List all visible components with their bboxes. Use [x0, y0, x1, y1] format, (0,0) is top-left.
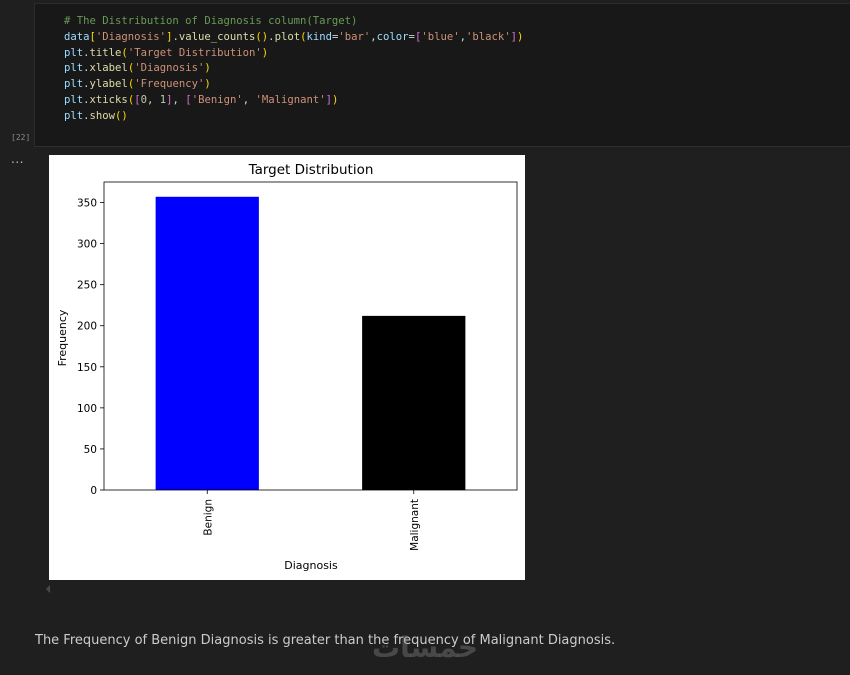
code-token: plt [64, 46, 84, 59]
code-token: ylabel [89, 78, 128, 91]
code-token: show [89, 109, 116, 122]
code-line: plt.xlabel('Diagnosis') [64, 61, 523, 77]
x-axis-label: Diagnosis [284, 559, 338, 572]
code-token: data [64, 30, 90, 43]
y-tick-label: 150 [77, 362, 97, 374]
markdown-cell-text: The Frequency of Benign Diagnosis is gre… [35, 633, 616, 648]
code-line: plt.show() [64, 109, 523, 125]
code-cell[interactable]: # The Distribution of Diagnosis column(T… [34, 3, 850, 147]
code-token: ) [261, 46, 269, 59]
x-tick-label: Benign [202, 499, 214, 536]
chart-axes: Benign Malignant 0 50 100 150 200 250 300 350 [77, 181, 518, 551]
code-token: () [115, 109, 128, 122]
code-token: 'Malignant' [255, 93, 326, 106]
code-token: plt [64, 93, 84, 106]
y-tick-label: 0 [90, 485, 97, 497]
code-token: , [242, 93, 256, 106]
y-tick-label: 250 [77, 280, 97, 292]
chart-title: Target Distribution [248, 162, 374, 178]
code-editor[interactable]: # The Distribution of Diagnosis column(T… [64, 14, 523, 125]
code-token: value_counts [178, 30, 256, 43]
y-tick-label: 300 [77, 239, 97, 251]
code-token: 'bar' [338, 30, 371, 43]
bar-malignant [362, 315, 466, 490]
y-tick-label: 50 [84, 444, 97, 456]
code-token: ) [204, 78, 211, 91]
code-line: # The Distribution of Diagnosis column(T… [64, 14, 523, 30]
code-token: ) [517, 30, 524, 43]
code-token: 'Frequency' [134, 78, 205, 91]
code-token: 'Benign' [191, 93, 243, 106]
code-token: , [172, 93, 186, 106]
x-tick-label: Malignant [409, 499, 421, 551]
code-token: , [146, 93, 160, 106]
code-token: 'Diagnosis' [134, 62, 205, 75]
code-token: title [89, 46, 122, 59]
code-token: 'blue' [421, 30, 460, 43]
scroll-left-caret-icon[interactable] [46, 585, 50, 593]
y-tick-label: 200 [77, 321, 97, 333]
watermark-logo: خمسات [372, 631, 479, 664]
code-token: ) [204, 62, 211, 75]
code-token: ) [332, 93, 339, 106]
code-token: plt [64, 62, 84, 75]
bar-benign [155, 196, 259, 490]
code-token: 'black' [466, 30, 511, 43]
code-line: plt.xticks([0, 1], ['Benign', 'Malignant… [64, 93, 523, 109]
code-token: 'Diagnosis' [95, 30, 167, 43]
bar-chart: Target Distribution Benign Malignant 0 50 10… [56, 162, 518, 572]
code-line: plt.ylabel('Frequency') [64, 77, 523, 93]
code-token: xticks [89, 93, 128, 106]
code-line: plt.title('Target Distribution') [64, 46, 523, 62]
code-token: xlabel [89, 62, 128, 75]
y-tick-label: 350 [77, 198, 97, 210]
code-token: kind [306, 30, 332, 43]
code-token: plt [64, 78, 84, 91]
code-token: # The Distribution of Diagnosis column(T… [64, 15, 358, 27]
code-token: plt [64, 109, 84, 122]
y-tick-label: 100 [77, 403, 97, 415]
execution-count: [22] [11, 133, 31, 142]
code-token: color [376, 30, 409, 43]
code-token: 'Target Distribution' [127, 46, 262, 59]
code-token: () [255, 30, 269, 43]
chart-output: Target Distribution Benign Malignant 0 50 10… [49, 155, 525, 580]
code-token: plot [274, 30, 301, 43]
output-menu-ellipsis[interactable]: ... [11, 152, 24, 166]
y-axis-label: Frequency [56, 309, 69, 366]
code-line: data['Diagnosis'].value_counts().plot(ki… [64, 30, 523, 46]
